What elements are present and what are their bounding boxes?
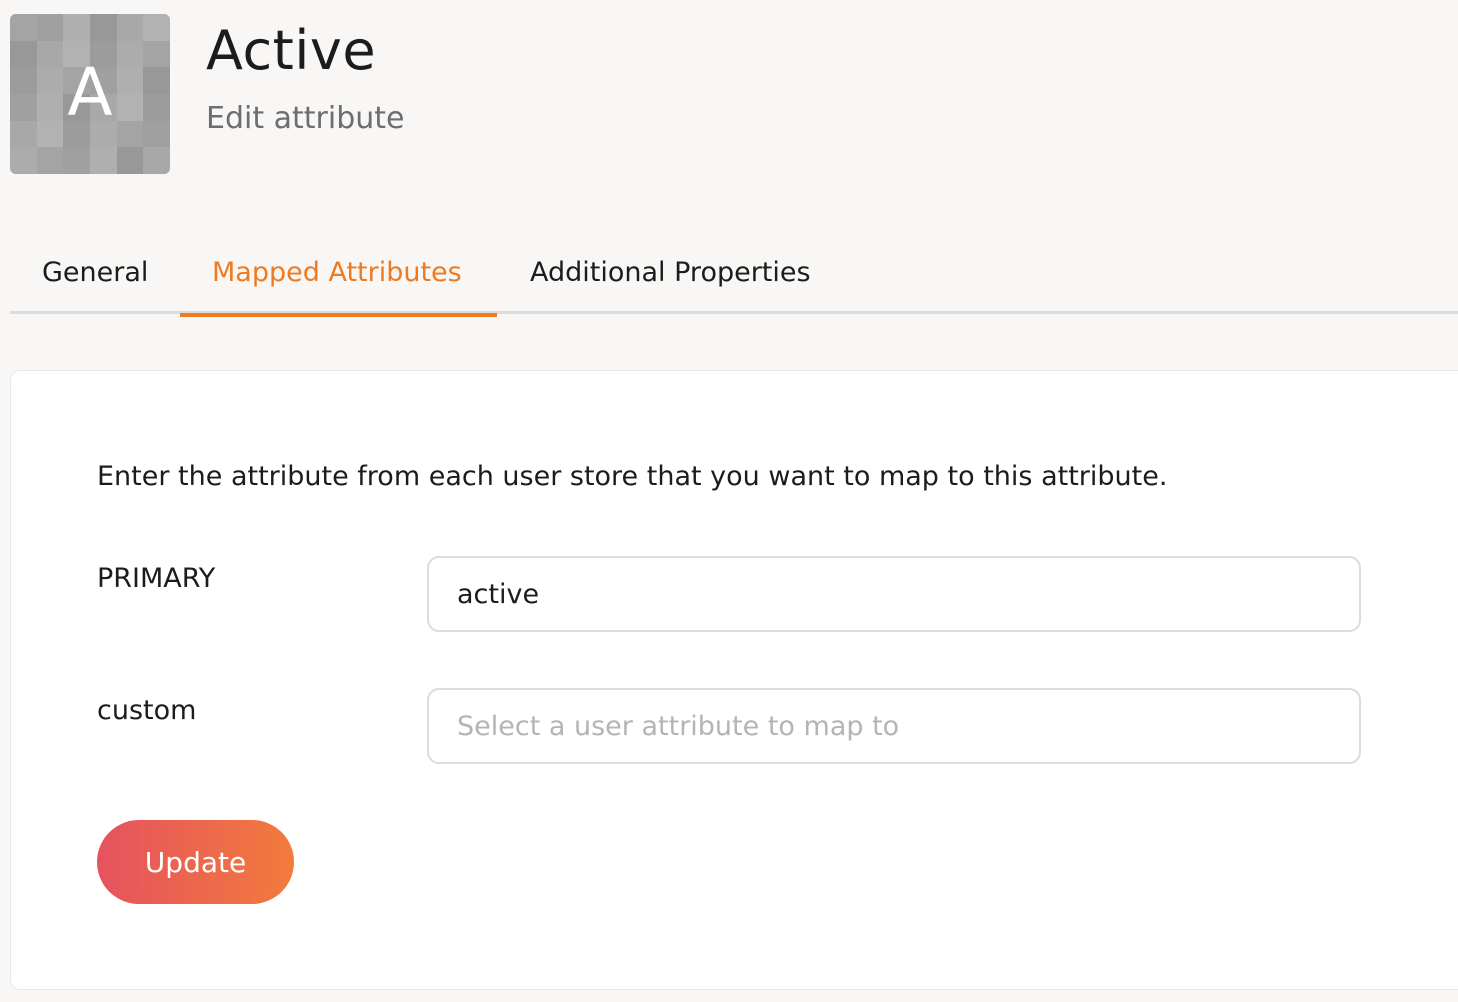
mapped-attributes-card: Enter the attribute from each user store… — [10, 370, 1458, 990]
tab-general[interactable]: General — [42, 242, 148, 314]
custom-store-label: custom — [97, 695, 197, 726]
attribute-avatar: A — [10, 14, 170, 174]
page-title: Active — [206, 19, 377, 82]
form-description: Enter the attribute from each user store… — [97, 461, 1168, 492]
primary-attribute-input[interactable] — [427, 556, 1361, 632]
custom-attribute-input[interactable] — [427, 688, 1361, 764]
primary-store-label: PRIMARY — [97, 563, 216, 594]
page-subtitle: Edit attribute — [206, 101, 405, 136]
tab-additional-properties[interactable]: Additional Properties — [530, 242, 811, 314]
avatar-letter: A — [67, 53, 113, 131]
tab-bar: General Mapped Attributes Additional Pro… — [10, 242, 1458, 317]
edit-attribute-page: A Active Edit attribute General Mapped A… — [0, 0, 1458, 1002]
update-button[interactable]: Update — [97, 820, 294, 904]
tab-mapped-attributes[interactable]: Mapped Attributes — [180, 242, 497, 317]
